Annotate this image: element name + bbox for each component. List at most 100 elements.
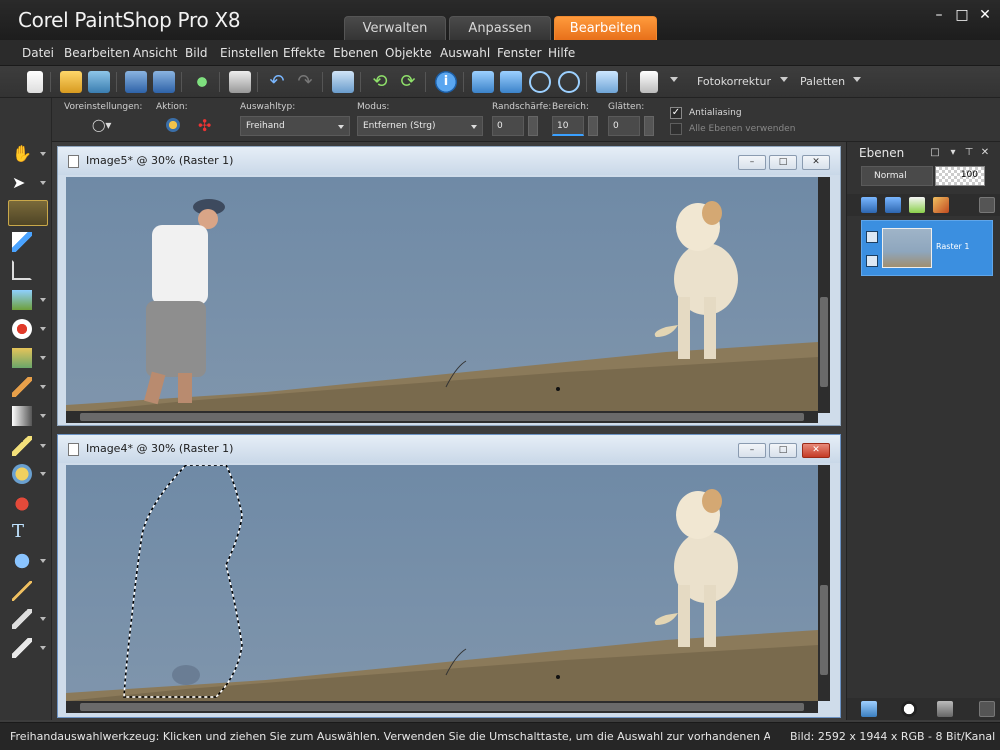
- smooth-stepper[interactable]: [644, 116, 654, 136]
- chevron-down-icon[interactable]: [40, 152, 46, 156]
- menu-ebenen[interactable]: Ebenen: [333, 46, 378, 60]
- menu-bild[interactable]: Bild: [185, 46, 208, 60]
- chevron-down-icon[interactable]: ▾: [947, 147, 959, 159]
- chevron-down-icon[interactable]: [40, 444, 46, 448]
- gradient-icon[interactable]: [12, 406, 32, 426]
- clone-brush-icon[interactable]: [12, 348, 32, 368]
- dropper-icon[interactable]: [12, 232, 32, 252]
- chevron-down-icon[interactable]: [40, 559, 46, 563]
- doc-maximize-button[interactable]: □: [769, 155, 797, 170]
- warp-brush-icon[interactable]: [12, 609, 32, 629]
- redo-icon[interactable]: ↷: [294, 71, 316, 93]
- panel-close-icon[interactable]: ✕: [979, 147, 991, 159]
- blend-mode-select[interactable]: Normal: [861, 166, 933, 186]
- document-title-bar[interactable]: Image4* @ 30% (Raster 1) – □ ✕: [58, 435, 840, 463]
- chevron-down-icon[interactable]: [40, 385, 46, 389]
- fit-window-icon[interactable]: [500, 71, 522, 93]
- scanner-icon[interactable]: [88, 71, 110, 93]
- antialias-checkbox[interactable]: ✓: [670, 107, 682, 119]
- zoom-in-icon[interactable]: [558, 71, 580, 93]
- mode-select[interactable]: Entfernen (Strg): [357, 116, 483, 136]
- chevron-down-icon[interactable]: [40, 617, 46, 621]
- tab-bearbeiten[interactable]: Bearbeiten: [554, 16, 657, 40]
- zoom-100-icon[interactable]: [472, 71, 494, 93]
- picture-tube-icon[interactable]: [12, 638, 32, 658]
- add-mask-icon[interactable]: [909, 197, 925, 213]
- feather-stepper[interactable]: [528, 116, 538, 136]
- fotokorrektur-menu[interactable]: Fotokorrektur: [697, 75, 771, 88]
- feather-input[interactable]: 0: [492, 116, 524, 136]
- close-button[interactable]: ✕: [974, 6, 996, 24]
- chevron-down-icon[interactable]: [979, 701, 995, 717]
- share-icon[interactable]: [191, 71, 213, 93]
- doc-maximize-button[interactable]: □: [769, 443, 797, 458]
- menu-effekte[interactable]: Effekte: [283, 46, 325, 60]
- vertical-scrollbar[interactable]: [818, 465, 830, 701]
- all-layers-checkbox[interactable]: [670, 123, 682, 135]
- visibility-eye-icon[interactable]: [866, 255, 878, 267]
- color-changer-icon[interactable]: [12, 464, 32, 484]
- red-eye-icon[interactable]: [12, 319, 32, 339]
- opacity-input[interactable]: 100: [935, 166, 985, 186]
- freehand-selection-tool[interactable]: [8, 200, 48, 226]
- vertical-scrollbar[interactable]: [818, 177, 830, 413]
- tab-anpassen[interactable]: Anpassen: [449, 16, 551, 40]
- shape-icon[interactable]: [12, 551, 32, 571]
- chevron-down-icon[interactable]: [40, 327, 46, 331]
- print-icon[interactable]: [229, 71, 251, 93]
- chevron-down-icon[interactable]: [670, 77, 678, 82]
- resize-icon[interactable]: [332, 71, 354, 93]
- open-folder-icon[interactable]: [60, 71, 82, 93]
- chevron-down-icon[interactable]: [40, 414, 46, 418]
- overview-icon[interactable]: [596, 71, 618, 93]
- copy-icon[interactable]: [640, 71, 658, 93]
- document-window-image5[interactable]: Image5* @ 30% (Raster 1) – □ ✕: [57, 146, 841, 426]
- chevron-down-icon[interactable]: [40, 298, 46, 302]
- horizontal-scrollbar[interactable]: [66, 701, 818, 713]
- info-icon[interactable]: i: [435, 71, 457, 93]
- straighten-icon[interactable]: [12, 290, 32, 310]
- menu-datei[interactable]: Datei: [22, 46, 54, 60]
- cancel-action-icon[interactable]: ✣: [198, 116, 211, 135]
- zoom-out-icon[interactable]: [529, 71, 551, 93]
- menu-ansicht[interactable]: Ansicht: [133, 46, 177, 60]
- chevron-down-icon[interactable]: [979, 197, 995, 213]
- image-canvas[interactable]: [66, 465, 818, 701]
- rotate-right-icon[interactable]: ⟳: [397, 71, 419, 93]
- menu-hilfe[interactable]: Hilfe: [548, 46, 575, 60]
- chevron-down-icon[interactable]: [40, 646, 46, 650]
- horizontal-scroll-thumb[interactable]: [80, 703, 804, 711]
- reset-action-icon[interactable]: [166, 118, 180, 132]
- document-title-bar[interactable]: Image5* @ 30% (Raster 1) – □ ✕: [58, 147, 840, 175]
- adjustment-layer-icon[interactable]: [901, 701, 917, 717]
- vertical-scroll-thumb[interactable]: [820, 297, 828, 387]
- range-stepper[interactable]: [588, 116, 598, 136]
- chevron-down-icon[interactable]: [780, 77, 788, 82]
- pan-hand-icon[interactable]: ✋: [12, 144, 32, 164]
- chevron-down-icon[interactable]: [853, 77, 861, 82]
- undo-icon[interactable]: ↶: [266, 71, 288, 93]
- layer-properties-icon[interactable]: [937, 701, 953, 717]
- panel-restore-icon[interactable]: □: [929, 147, 941, 159]
- move-layer-up-icon[interactable]: [861, 197, 877, 213]
- menu-bearbeiten[interactable]: Bearbeiten: [64, 46, 130, 60]
- new-file-icon[interactable]: [27, 71, 43, 93]
- chevron-down-icon[interactable]: [40, 181, 46, 185]
- horizontal-scroll-thumb[interactable]: [80, 413, 804, 421]
- rotate-left-icon[interactable]: ⟲: [369, 71, 391, 93]
- minimize-button[interactable]: –: [928, 6, 950, 24]
- lasso-preset-icon[interactable]: ◯▾: [92, 118, 114, 134]
- vertical-scroll-thumb[interactable]: [820, 585, 828, 675]
- horizontal-scrollbar[interactable]: [66, 411, 818, 423]
- menu-fenster[interactable]: Fenster: [497, 46, 542, 60]
- doc-minimize-button[interactable]: –: [738, 443, 766, 458]
- image-canvas[interactable]: [66, 177, 818, 413]
- pin-icon[interactable]: ⊤: [963, 147, 975, 159]
- tab-verwalten[interactable]: Verwalten: [344, 16, 446, 40]
- crop-icon[interactable]: [12, 260, 32, 280]
- selection-type-select[interactable]: Freihand: [240, 116, 350, 136]
- pen-icon[interactable]: [12, 581, 32, 601]
- pick-arrow-icon[interactable]: ➤: [12, 173, 32, 193]
- chevron-down-icon[interactable]: [40, 356, 46, 360]
- doc-minimize-button[interactable]: –: [738, 155, 766, 170]
